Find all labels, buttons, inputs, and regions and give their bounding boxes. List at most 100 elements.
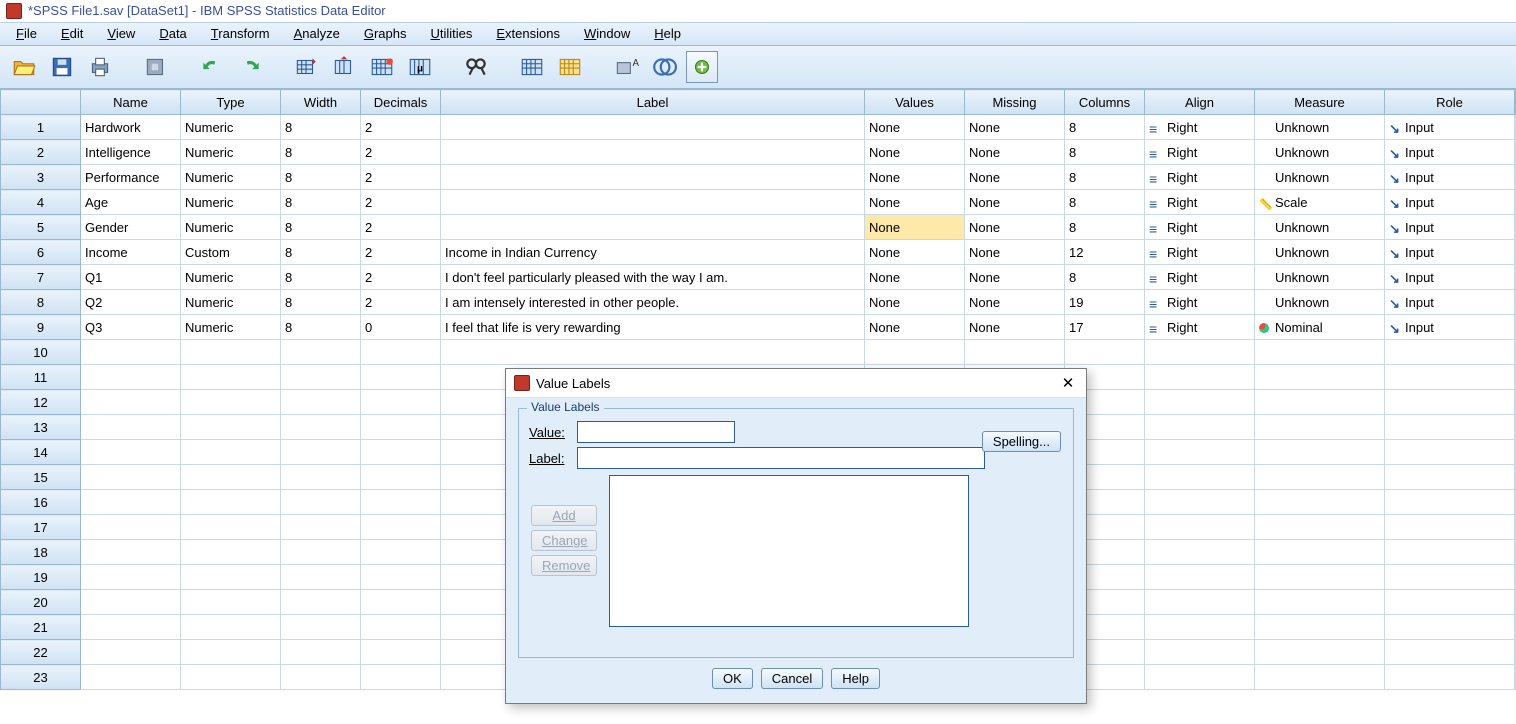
save-icon[interactable] xyxy=(46,51,78,83)
change-button[interactable]: Change xyxy=(531,530,597,551)
cell-empty[interactable] xyxy=(181,490,281,515)
cell-align[interactable]: Right xyxy=(1145,165,1255,190)
cell-align[interactable]: Right xyxy=(1145,265,1255,290)
cell-empty[interactable] xyxy=(361,515,441,540)
cell-empty[interactable] xyxy=(1145,365,1255,390)
cell-empty[interactable] xyxy=(1255,440,1385,465)
row-number[interactable]: 9 xyxy=(1,315,81,340)
open-icon[interactable] xyxy=(8,51,40,83)
menu-view[interactable]: View xyxy=(95,23,147,45)
cell-name[interactable]: Gender xyxy=(81,215,181,240)
row-number[interactable]: 8 xyxy=(1,290,81,315)
row-number[interactable]: 7 xyxy=(1,265,81,290)
cell-label[interactable] xyxy=(441,215,865,240)
cell-measure[interactable]: Unknown xyxy=(1255,115,1385,140)
cell-empty[interactable] xyxy=(281,490,361,515)
cell-columns[interactable]: 8 xyxy=(1065,165,1145,190)
cell-empty[interactable] xyxy=(281,540,361,565)
cell-columns[interactable]: 8 xyxy=(1065,215,1145,240)
cell-align[interactable]: Right xyxy=(1145,315,1255,340)
cell-empty[interactable] xyxy=(281,615,361,640)
cell-missing[interactable]: None xyxy=(965,290,1065,315)
cell-name[interactable]: Q3 xyxy=(81,315,181,340)
menu-data[interactable]: Data xyxy=(147,23,198,45)
cell-empty[interactable] xyxy=(1385,515,1515,540)
cell-empty[interactable] xyxy=(361,390,441,415)
cell-empty[interactable] xyxy=(1255,665,1385,690)
cell-missing[interactable]: None xyxy=(965,215,1065,240)
cell-decimals[interactable]: 2 xyxy=(361,240,441,265)
cell-empty[interactable] xyxy=(181,340,281,365)
cell-empty[interactable] xyxy=(81,640,181,665)
help-button[interactable]: Help xyxy=(831,668,880,689)
cell-width[interactable]: 8 xyxy=(281,290,361,315)
cell-empty[interactable] xyxy=(181,665,281,690)
row-number[interactable]: 19 xyxy=(1,565,81,590)
cell-name[interactable]: Performance xyxy=(81,165,181,190)
cell-name[interactable]: Income xyxy=(81,240,181,265)
cell-empty[interactable] xyxy=(281,365,361,390)
cell-align[interactable]: Right xyxy=(1145,215,1255,240)
cell-values[interactable]: None xyxy=(865,190,965,215)
cell-empty[interactable] xyxy=(81,390,181,415)
cell-width[interactable]: 8 xyxy=(281,240,361,265)
cell-values[interactable]: None xyxy=(865,240,965,265)
cell-empty[interactable] xyxy=(181,565,281,590)
cell-width[interactable]: 8 xyxy=(281,215,361,240)
cell-role[interactable]: Input xyxy=(1385,190,1515,215)
cell-missing[interactable]: None xyxy=(965,315,1065,340)
split-file-icon[interactable] xyxy=(516,51,548,83)
cell-empty[interactable] xyxy=(361,365,441,390)
row-number[interactable]: 18 xyxy=(1,540,81,565)
cell-empty[interactable] xyxy=(81,590,181,615)
cell-label[interactable] xyxy=(441,190,865,215)
cell-name[interactable]: Hardwork xyxy=(81,115,181,140)
cell-width[interactable]: 8 xyxy=(281,140,361,165)
cell-label[interactable] xyxy=(441,140,865,165)
cell-empty[interactable] xyxy=(1385,365,1515,390)
cell-empty[interactable] xyxy=(1255,615,1385,640)
cell-decimals[interactable]: 0 xyxy=(361,315,441,340)
cell-empty[interactable] xyxy=(81,340,181,365)
cell-empty[interactable] xyxy=(181,365,281,390)
cell-values[interactable]: None xyxy=(865,115,965,140)
cell-decimals[interactable]: 2 xyxy=(361,190,441,215)
use-variable-sets-icon[interactable] xyxy=(686,51,718,83)
row-number[interactable]: 6 xyxy=(1,240,81,265)
cell-missing[interactable]: None xyxy=(965,140,1065,165)
cell-empty[interactable] xyxy=(361,415,441,440)
cell-empty[interactable] xyxy=(1255,465,1385,490)
cell-type[interactable]: Numeric xyxy=(181,265,281,290)
cell-empty[interactable] xyxy=(1145,615,1255,640)
cell-empty[interactable] xyxy=(1255,415,1385,440)
cell-empty[interactable] xyxy=(181,390,281,415)
value-input[interactable] xyxy=(577,421,735,443)
dialog-titlebar[interactable]: Value Labels ✕ xyxy=(506,369,1086,398)
value-labels-listbox[interactable] xyxy=(609,475,969,627)
cell-empty[interactable] xyxy=(1145,440,1255,465)
column-header-missing[interactable]: Missing xyxy=(965,90,1065,115)
row-number[interactable]: 13 xyxy=(1,415,81,440)
menu-extensions[interactable]: Extensions xyxy=(484,23,572,45)
cell-width[interactable]: 8 xyxy=(281,190,361,215)
cell-empty[interactable] xyxy=(281,640,361,665)
cell-role[interactable]: Input xyxy=(1385,265,1515,290)
cell-empty[interactable] xyxy=(361,615,441,640)
cell-empty[interactable] xyxy=(81,490,181,515)
cell-empty[interactable] xyxy=(1145,340,1255,365)
cell-empty[interactable] xyxy=(1255,340,1385,365)
column-header-align[interactable]: Align xyxy=(1145,90,1255,115)
cell-empty[interactable] xyxy=(81,465,181,490)
cell-width[interactable]: 8 xyxy=(281,265,361,290)
cell-empty[interactable] xyxy=(1385,415,1515,440)
cell-role[interactable]: Input xyxy=(1385,165,1515,190)
cell-align[interactable]: Right xyxy=(1145,290,1255,315)
cell-empty[interactable] xyxy=(181,590,281,615)
weight-cases-icon[interactable] xyxy=(554,51,586,83)
cell-empty[interactable] xyxy=(361,565,441,590)
cell-measure[interactable]: Nominal xyxy=(1255,315,1385,340)
print-icon[interactable] xyxy=(84,51,116,83)
label-input[interactable] xyxy=(577,447,985,469)
cell-empty[interactable] xyxy=(1145,640,1255,665)
cell-role[interactable]: Input xyxy=(1385,140,1515,165)
